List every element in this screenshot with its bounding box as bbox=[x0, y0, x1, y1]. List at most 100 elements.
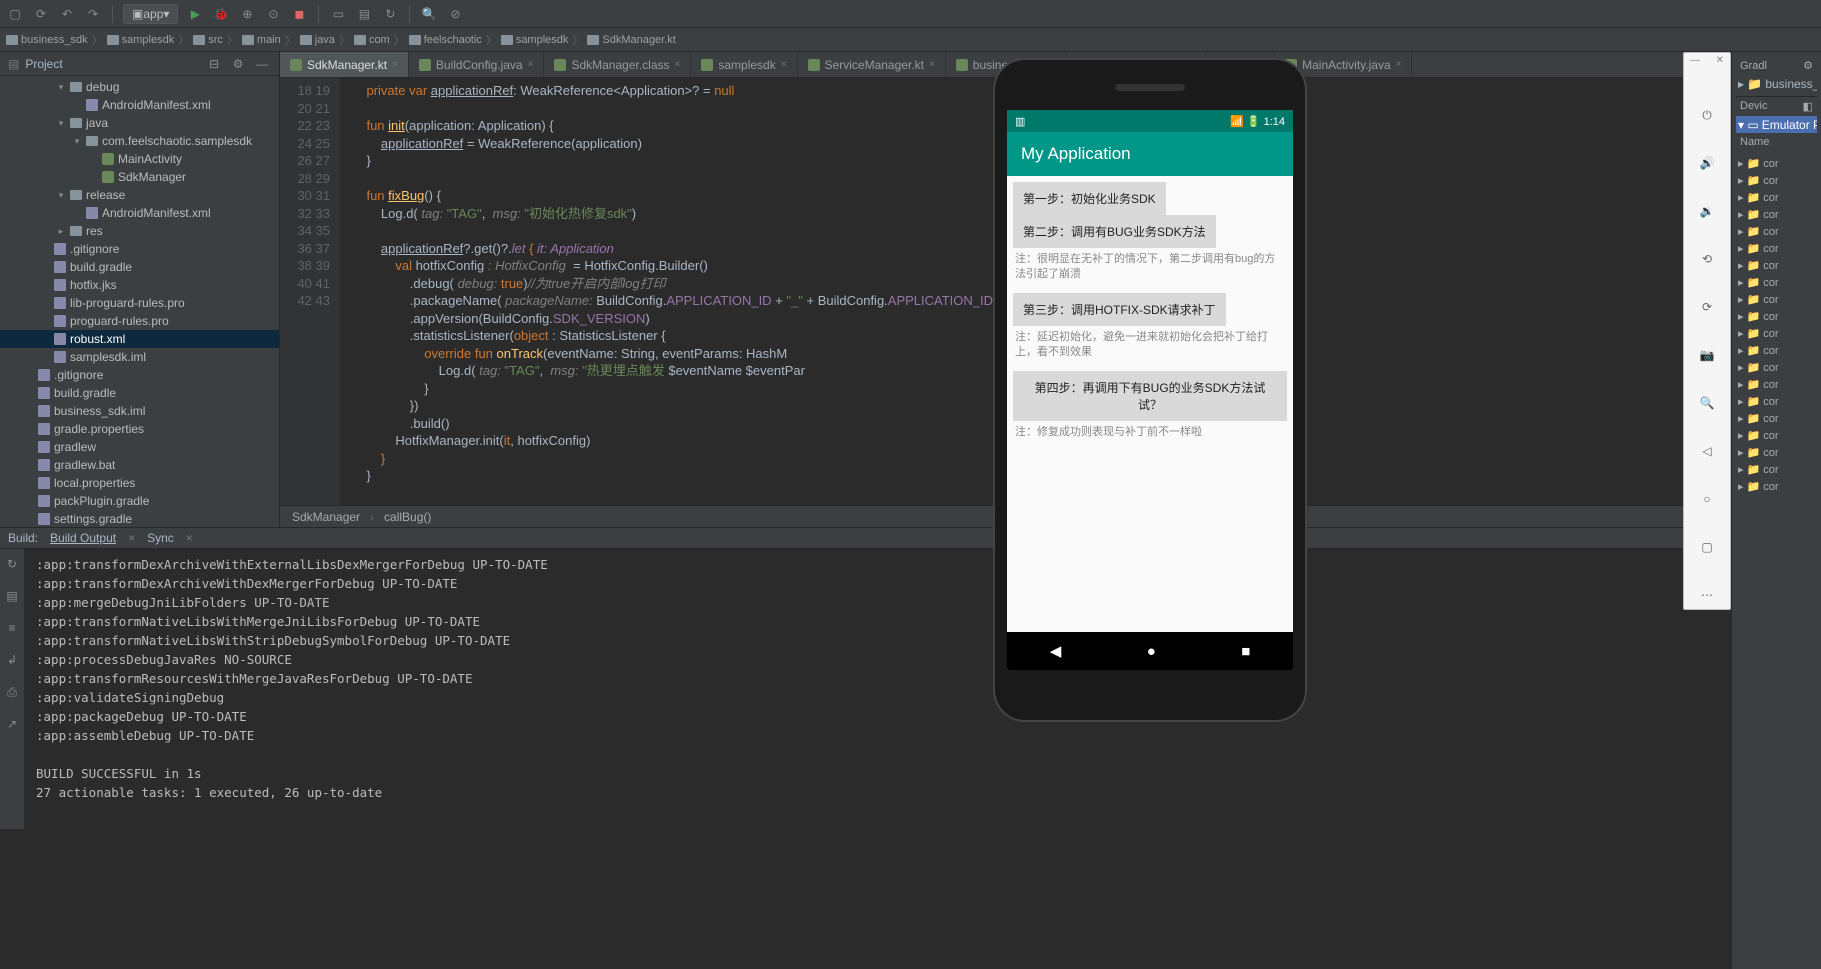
hide-icon[interactable]: — bbox=[253, 55, 271, 73]
stop-icon[interactable]: ◼ bbox=[290, 5, 308, 23]
tree-node[interactable]: packPlugin.gradle bbox=[0, 492, 279, 510]
device-tree-item[interactable]: ▸ 📁 cor bbox=[1736, 291, 1817, 308]
device-tree-item[interactable]: ▸ 📁 cor bbox=[1736, 478, 1817, 495]
device-tree-item[interactable]: ▸ 📁 cor bbox=[1736, 172, 1817, 189]
editor-tab[interactable]: BuildConfig.java× bbox=[409, 52, 545, 77]
device-tree[interactable]: ▸ 📁 cor▸ 📁 cor▸ 📁 cor▸ 📁 cor▸ 📁 cor▸ 📁 c… bbox=[1736, 151, 1817, 495]
close-icon[interactable]: × bbox=[528, 59, 534, 70]
print-icon[interactable]: ⎙ bbox=[3, 683, 21, 701]
breadcrumb-item[interactable]: samplesdk bbox=[501, 34, 569, 46]
gear-icon[interactable]: ⚙ bbox=[229, 55, 247, 73]
device-tree-item[interactable]: ▸ 📁 cor bbox=[1736, 461, 1817, 478]
block-icon[interactable]: ⊘ bbox=[446, 5, 464, 23]
rerun-icon[interactable]: ↻ bbox=[3, 555, 21, 573]
device-tree-item[interactable]: ▸ 📁 cor bbox=[1736, 427, 1817, 444]
tree-node[interactable]: proguard-rules.pro bbox=[0, 312, 279, 330]
device-tree-item[interactable]: ▸ 📁 cor bbox=[1736, 393, 1817, 410]
filter-icon[interactable]: ▤ bbox=[3, 587, 21, 605]
emulator-node[interactable]: Emulator P bbox=[1762, 118, 1817, 132]
tree-node[interactable]: MainActivity bbox=[0, 150, 279, 168]
project-panel-title[interactable]: Project bbox=[25, 57, 62, 71]
editor-tab[interactable]: SdkManager.class× bbox=[544, 52, 691, 77]
tab-sync[interactable]: Sync bbox=[139, 529, 182, 547]
sync-icon[interactable]: ↻ bbox=[381, 5, 399, 23]
tree-node[interactable]: gradlew bbox=[0, 438, 279, 456]
avd-icon[interactable]: ▭ bbox=[329, 5, 347, 23]
breadcrumb-item[interactable]: feelschaotic bbox=[409, 34, 482, 46]
trash-icon[interactable]: ↗ bbox=[3, 715, 21, 733]
reload-icon[interactable]: ⟳ bbox=[32, 5, 50, 23]
collapse-icon[interactable]: ⊟ bbox=[205, 55, 223, 73]
tree-node[interactable]: samplesdk.iml bbox=[0, 348, 279, 366]
power-icon[interactable]: ⏻ bbox=[1693, 101, 1721, 129]
home-icon[interactable]: ○ bbox=[1693, 485, 1721, 513]
editor-tab[interactable]: SdkManager.kt× bbox=[280, 52, 409, 77]
overview-icon[interactable]: ▢ bbox=[1693, 533, 1721, 561]
tree-node[interactable]: build.gradle bbox=[0, 384, 279, 402]
tree-node[interactable]: local.properties bbox=[0, 474, 279, 492]
tree-node[interactable]: .gitignore bbox=[0, 366, 279, 384]
device-tree-item[interactable]: ▸ 📁 cor bbox=[1736, 240, 1817, 257]
tree-node[interactable]: ▾debug bbox=[0, 78, 279, 96]
phone-screen[interactable]: ▥ 📶 🔋 1:14 My Application 第一步：初始化业务SDK第二… bbox=[1007, 110, 1293, 670]
close-icon[interactable]: ✕ bbox=[1716, 55, 1724, 66]
close-icon[interactable]: × bbox=[1396, 59, 1402, 70]
redo-icon[interactable]: ↷ bbox=[84, 5, 102, 23]
device-tree-item[interactable]: ▸ 📁 cor bbox=[1736, 274, 1817, 291]
step-button[interactable]: 第二步：调用有BUG业务SDK方法 bbox=[1013, 215, 1216, 248]
close-icon[interactable]: × bbox=[781, 59, 787, 70]
tab-build-output[interactable]: Build Output bbox=[42, 529, 124, 547]
device-tree-item[interactable]: ▸ 📁 cor bbox=[1736, 223, 1817, 240]
step-button[interactable]: 第一步：初始化业务SDK bbox=[1013, 182, 1166, 215]
close-icon[interactable]: × bbox=[929, 59, 935, 70]
tree-node[interactable]: lib-proguard-rules.pro bbox=[0, 294, 279, 312]
device-tree-item[interactable]: ▸ 📁 cor bbox=[1736, 444, 1817, 461]
minimize-icon[interactable]: — bbox=[1690, 55, 1700, 66]
rotate-left-icon[interactable]: ⟲ bbox=[1693, 245, 1721, 273]
nav-back-icon[interactable]: ◀ bbox=[1050, 642, 1062, 660]
tree-node[interactable]: AndroidManifest.xml bbox=[0, 204, 279, 222]
tree-node[interactable]: business_sdk.iml bbox=[0, 402, 279, 420]
close-icon[interactable]: × bbox=[675, 59, 681, 70]
device-tree-item[interactable]: ▸ 📁 cor bbox=[1736, 189, 1817, 206]
back-icon[interactable]: ◁ bbox=[1693, 437, 1721, 465]
gear-icon[interactable]: ⚙ bbox=[1803, 59, 1813, 72]
tree-node[interactable]: settings.gradle bbox=[0, 510, 279, 527]
build-output-text[interactable]: :app:transformDexArchiveWithExternalLibs… bbox=[24, 549, 1821, 829]
tree-node[interactable]: hotfix.jks bbox=[0, 276, 279, 294]
close-icon[interactable]: × bbox=[392, 59, 398, 70]
device-tree-item[interactable]: ▸ 📁 cor bbox=[1736, 359, 1817, 376]
editor-tab[interactable]: ServiceManager.kt× bbox=[798, 52, 946, 77]
tree-node[interactable]: robust.xml bbox=[0, 330, 279, 348]
nav-home-icon[interactable]: ● bbox=[1147, 643, 1156, 660]
tree-node[interactable]: .gitignore bbox=[0, 240, 279, 258]
nav-recent-icon[interactable]: ■ bbox=[1241, 643, 1250, 660]
tree-node[interactable]: AndroidManifest.xml bbox=[0, 96, 279, 114]
step-button[interactable]: 第三步：调用HOTFIX-SDK请求补丁 bbox=[1013, 293, 1226, 326]
tree-icon[interactable]: ≡ bbox=[3, 619, 21, 637]
navpath-class[interactable]: SdkManager bbox=[292, 510, 360, 524]
sdk-icon[interactable]: ▤ bbox=[355, 5, 373, 23]
search-icon[interactable]: 🔍 bbox=[420, 5, 438, 23]
tree-node[interactable]: ▸res bbox=[0, 222, 279, 240]
debug-icon[interactable]: 🐞 bbox=[212, 5, 230, 23]
device-tree-item[interactable]: ▸ 📁 cor bbox=[1736, 206, 1817, 223]
tree-node[interactable]: ▾com.feelschaotic.samplesdk bbox=[0, 132, 279, 150]
step-button[interactable]: 第四步：再调用下有BUG的业务SDK方法试试？ bbox=[1013, 371, 1287, 421]
breadcrumb-item[interactable]: src bbox=[193, 34, 223, 46]
device-tree-item[interactable]: ▸ 📁 cor bbox=[1736, 155, 1817, 172]
camera-icon[interactable]: 📷 bbox=[1693, 341, 1721, 369]
editor-tab[interactable]: samplesdk× bbox=[691, 52, 797, 77]
breadcrumb-item[interactable]: SdkManager.kt bbox=[587, 34, 675, 46]
open-icon[interactable]: ▢ bbox=[6, 5, 24, 23]
tree-node[interactable]: ▾java bbox=[0, 114, 279, 132]
gradle-root[interactable]: business_ bbox=[1765, 77, 1817, 91]
tree-node[interactable]: gradlew.bat bbox=[0, 456, 279, 474]
run-config-selector[interactable]: ▣ app ▾ bbox=[123, 4, 178, 24]
volume-up-icon[interactable]: 🔊 bbox=[1693, 149, 1721, 177]
tree-node[interactable]: build.gradle bbox=[0, 258, 279, 276]
tree-node[interactable]: SdkManager bbox=[0, 168, 279, 186]
tree-node[interactable]: ▾release bbox=[0, 186, 279, 204]
device-tree-item[interactable]: ▸ 📁 cor bbox=[1736, 410, 1817, 427]
project-tree[interactable]: ▾debugAndroidManifest.xml▾java▾com.feels… bbox=[0, 76, 279, 527]
